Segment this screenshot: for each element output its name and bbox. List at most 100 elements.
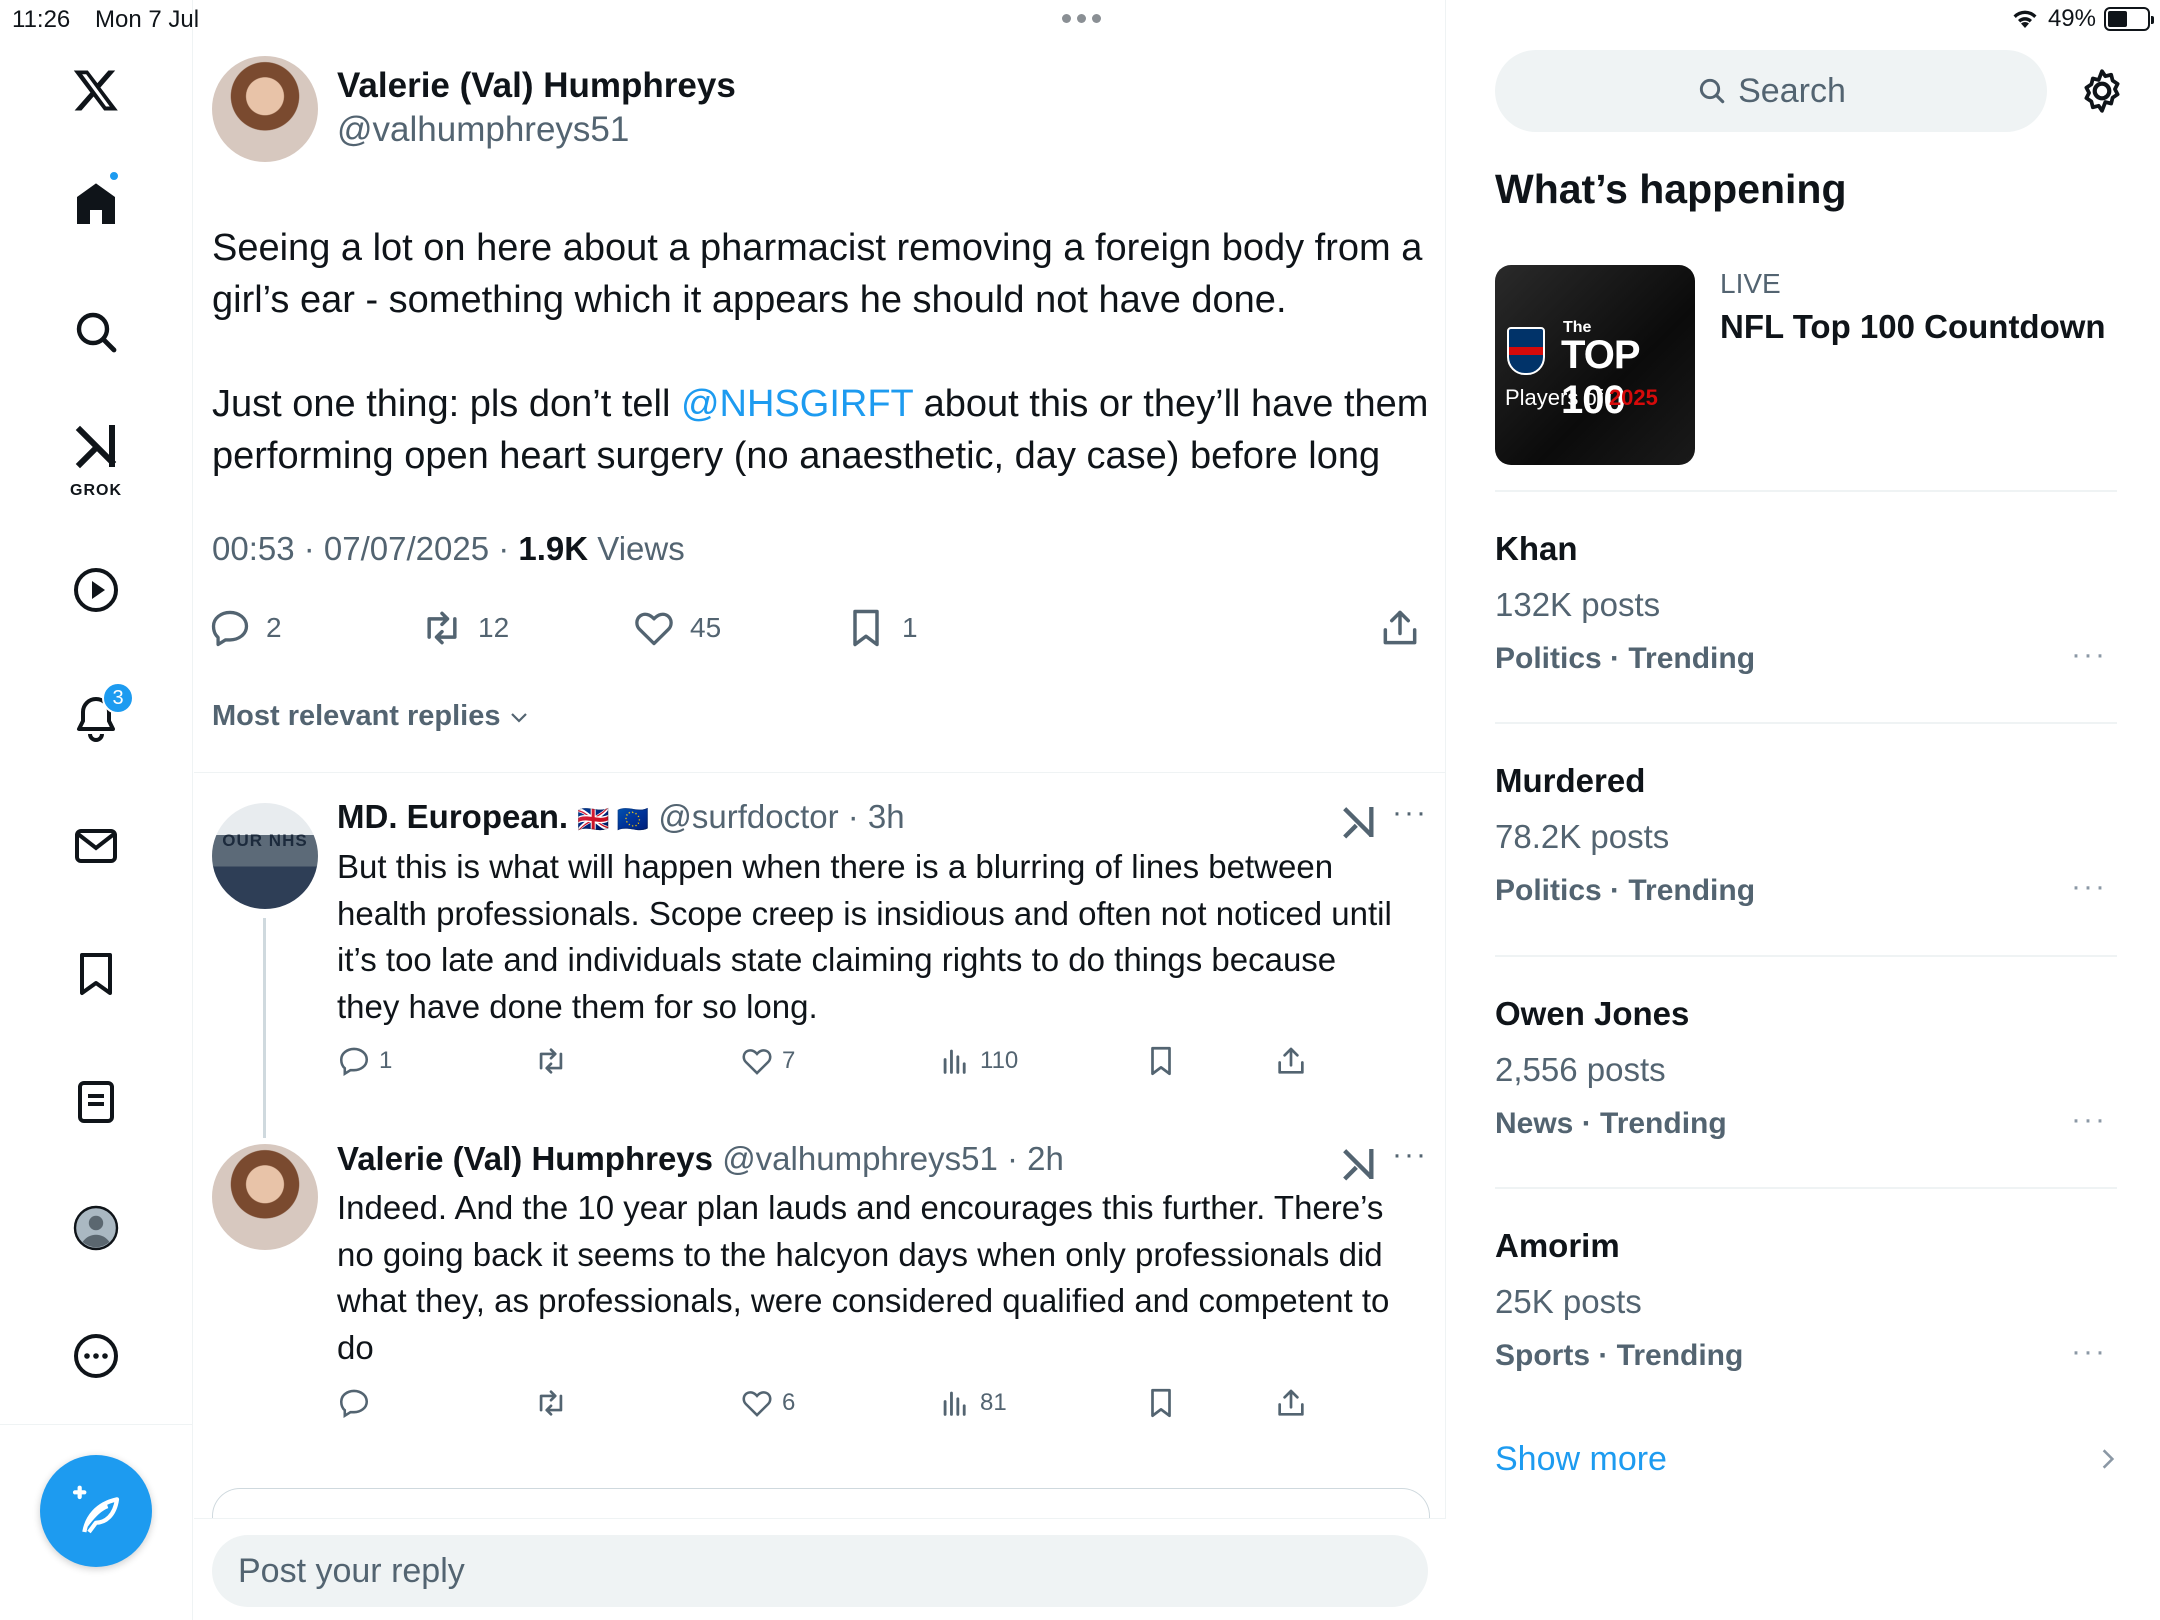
messages-icon[interactable] [56,806,136,886]
tweet-text: Seeing a lot on here about a pharmacist … [212,222,1442,534]
live-event-thumbnail[interactable]: The TOP 100 Players of 2025 [1495,265,1695,465]
replies-sort-dropdown[interactable]: Most relevant replies [212,700,531,733]
reply-author-name[interactable]: MD. European. [337,798,568,835]
home-icon[interactable] [56,164,136,244]
trend-item[interactable]: Owen Jones 2,556 posts News · Trending ·… [1495,995,2117,1155]
left-nav: GROK 3 [0,0,193,1620]
trend-category: Sports · Trending [1495,1339,1744,1372]
bookmark-button[interactable] [1144,1044,1178,1078]
thumb-players-text: Players of 2025 [1505,385,1658,411]
grok-explain-icon[interactable] [1338,802,1378,842]
trend-more-icon[interactable]: ··· [2071,1103,2107,1137]
grok-icon[interactable]: GROK [56,412,136,502]
reply-icon [339,1047,369,1077]
like-count: 7 [782,1047,796,1074]
repost-icon [539,1390,563,1416]
analytics-icon [943,1391,966,1416]
repost-button[interactable] [534,1044,576,1078]
trend-name: Khan [1495,530,1578,567]
views-count: 1.9K [518,530,589,567]
like-count: 45 [690,612,722,643]
trend-more-icon[interactable]: ··· [2071,638,2107,672]
tweet-text-p2-before: Just one thing: pls don’t tell [212,383,681,425]
reply-author-name[interactable]: Valerie (Val) Humphreys [337,1140,713,1177]
views-button[interactable]: 81 [938,1386,1007,1420]
chevron-right-icon[interactable] [2095,1446,2121,1472]
views-button[interactable]: 110 [938,1044,1018,1078]
trend-more-icon[interactable]: ··· [2071,870,2107,904]
live-event-title[interactable]: NFL Top 100 Countdown [1720,308,2106,346]
reply-count: 1 [379,1047,393,1074]
like-button[interactable]: 7 [740,1044,795,1078]
reply-button[interactable]: 2 [208,606,282,650]
bookmark-button[interactable] [1144,1386,1178,1420]
trend-name: Owen Jones [1495,995,1690,1032]
share-icon [1278,1389,1304,1416]
reply-button[interactable] [337,1386,379,1420]
divider [194,772,1446,773]
trend-item[interactable]: Murdered 78.2K posts Politics · Trending… [1495,762,2117,922]
grok-explain-icon[interactable] [1338,1144,1378,1184]
trend-more-icon[interactable]: ··· [2071,1335,2107,1369]
reply-bar [194,1518,1446,1620]
share-button[interactable] [1274,1386,1308,1420]
repost-button[interactable] [534,1386,576,1420]
share-icon [1278,1047,1304,1074]
share-button[interactable] [1378,606,1422,650]
like-button[interactable]: 6 [740,1386,795,1420]
reply-count: 2 [266,612,282,643]
notifications-badge: 3 [102,682,134,714]
notifications-icon[interactable]: 3 [56,678,136,758]
avatar[interactable] [212,56,318,162]
compose-button[interactable] [40,1455,152,1567]
tweet-meta: 00:53 · 07/07/2025 · 1.9K Views [212,530,685,568]
view-count: 110 [980,1047,1019,1074]
more-icon[interactable] [56,1316,136,1396]
whats-happening-title: What’s happening [1495,166,1847,212]
reply-more-icon[interactable]: ··· [1392,796,1428,830]
trend-count: 132K posts [1495,586,1661,623]
reply-text: Indeed. And the 10 year plan lauds and e… [337,1189,1390,1366]
search-label: Search [1738,71,1846,110]
reply-time[interactable]: · 2h [998,1140,1064,1177]
bookmarks-icon[interactable] [56,934,136,1014]
share-button[interactable] [1274,1044,1308,1078]
reply-icon [339,1389,369,1419]
reply-avatar[interactable] [212,1144,318,1250]
reply-more-icon[interactable]: ··· [1392,1138,1428,1172]
trend-item[interactable]: Khan 132K posts Politics · Trending ··· [1495,530,2117,690]
video-icon[interactable] [56,550,136,630]
divider [1495,955,2117,957]
profile-icon[interactable] [56,1188,136,1268]
gear-icon[interactable] [2077,66,2127,116]
grok-label: GROK [70,482,122,499]
tweet-timestamp[interactable]: 00:53 · 07/07/2025 · [212,530,518,567]
trend-item[interactable]: Amorim 25K posts Sports · Trending ··· [1495,1227,2117,1387]
tweet-actions: 2 12 45 1 [208,600,1433,660]
repost-button[interactable]: 12 [420,606,509,650]
nfl-shield-logo [1507,327,1545,375]
bookmark-button[interactable]: 1 [844,606,918,650]
reply-author-handle[interactable]: @surfdoctor [658,798,838,835]
reply-time[interactable]: · 3h [839,798,905,835]
reply-input[interactable] [212,1535,1428,1607]
reply-author-handle[interactable]: @valhumphreys51 [722,1140,998,1177]
live-label: LIVE [1720,268,1781,299]
author-name[interactable]: Valerie (Val) Humphreys [337,66,736,106]
search-icon[interactable] [56,292,136,372]
mention-link[interactable]: @NHSGIRFT [681,383,913,425]
show-more-link[interactable]: Show more [1495,1440,1667,1479]
x-logo-icon[interactable] [56,50,136,130]
reply-button[interactable]: 1 [337,1044,392,1078]
reply-text: But this is what will happen when there … [337,848,1392,1025]
bookmark-icon [853,609,879,647]
lists-icon[interactable] [56,1062,136,1142]
reply-avatar[interactable]: OUR NHS [212,803,318,909]
view-count: 81 [980,1389,1007,1416]
author-handle[interactable]: @valhumphreys51 [337,110,629,150]
thumb-players-label: Players of [1505,385,1609,410]
author-flags: 🇬🇧 🇪🇺 [577,804,650,834]
search-bar[interactable]: Search [1495,50,2047,132]
like-button[interactable]: 45 [632,606,721,650]
divider [1495,1187,2117,1189]
